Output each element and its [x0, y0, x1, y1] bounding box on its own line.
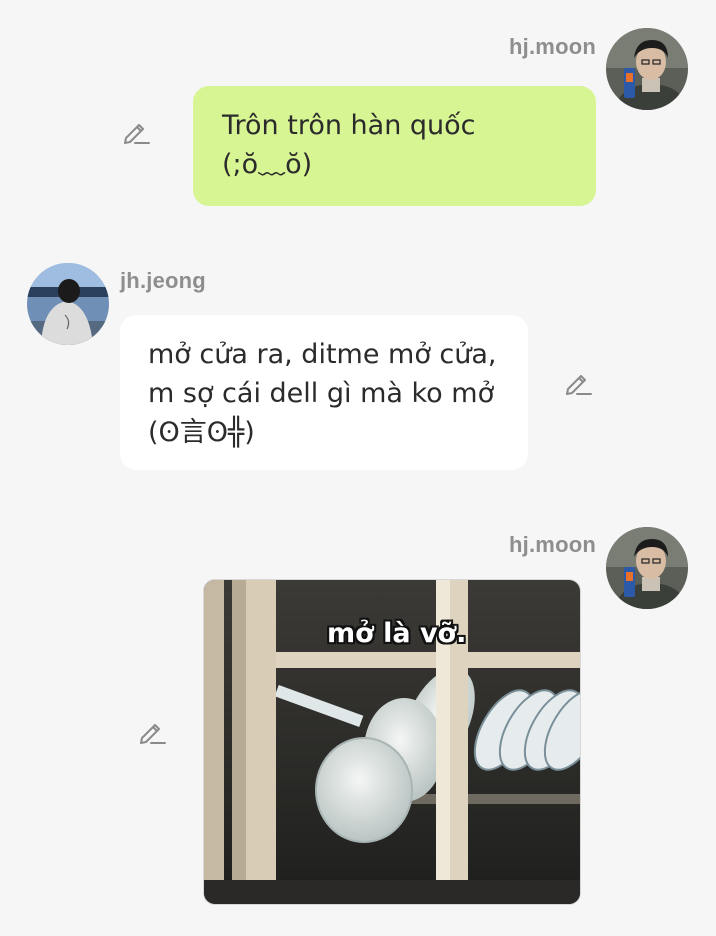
edit-button[interactable]: [121, 117, 151, 152]
avatar-jh-jeong[interactable]: [27, 263, 109, 345]
pencil-edit-icon: [140, 724, 166, 744]
avatar-photo: [606, 527, 688, 609]
message-text-line: (ʘ言ʘ╬): [148, 417, 255, 448]
avatar-hj-moon[interactable]: [606, 28, 688, 110]
message-image[interactable]: mở là vỡ.: [203, 579, 581, 905]
sender-name: jh.jeong: [120, 268, 206, 293]
sender-name: hj.moon: [509, 532, 596, 557]
edit-button[interactable]: [137, 717, 167, 752]
message-bubble-sent[interactable]: Trôn trôn hàn quốc (;ŏ﹏ŏ): [193, 86, 596, 206]
avatar-hj-moon[interactable]: [606, 527, 688, 609]
message-text-line: mở cửa ra, ditme mở cửa,: [148, 339, 497, 370]
avatar-photo: [606, 28, 688, 110]
message-text-line: (;ŏ﹏ŏ): [222, 149, 313, 180]
pencil-edit-icon: [566, 375, 592, 395]
avatar-photo: [27, 263, 109, 345]
message-text-line: m sợ cái dell gì mà ko mở: [148, 378, 495, 409]
pencil-edit-icon: [124, 124, 150, 144]
sender-name: hj.moon: [509, 34, 596, 59]
message-text-line: Trôn trôn hàn quốc: [222, 110, 476, 141]
message-bubble-received[interactable]: mở cửa ra, ditme mở cửa, m sợ cái dell g…: [120, 315, 528, 470]
image-caption: mở là vỡ.: [327, 618, 467, 649]
edit-button[interactable]: [563, 368, 593, 403]
